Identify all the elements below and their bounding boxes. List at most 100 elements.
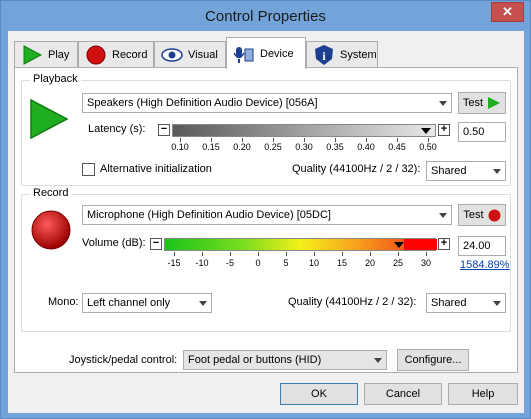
tab-system-label: System bbox=[340, 48, 377, 61]
info-icon: i bbox=[315, 44, 333, 65]
tab-record-label: Record bbox=[112, 48, 148, 61]
volume-input[interactable]: 24.00 bbox=[458, 236, 506, 256]
joystick-select[interactable]: Foot pedal or buttons (HID) bbox=[183, 350, 387, 370]
latency-tick-label: 0.25 bbox=[264, 142, 282, 152]
latency-tick-label: 0.35 bbox=[326, 142, 344, 152]
latency-tick-labels: 0.10 0.15 0.20 0.25 0.30 0.35 0.40 0.45 0.50 bbox=[171, 142, 437, 154]
playback-device-select[interactable]: Speakers (High Definition Audio Device) … bbox=[82, 93, 452, 113]
joystick-label: Joystick/pedal control: bbox=[69, 354, 178, 366]
play-icon bbox=[23, 44, 43, 65]
close-button[interactable]: ✕ bbox=[491, 2, 524, 22]
chevron-down-icon bbox=[439, 101, 447, 106]
alternative-initialization-checkbox[interactable] bbox=[82, 163, 95, 176]
chevron-down-icon bbox=[199, 301, 207, 306]
play-icon bbox=[488, 97, 501, 109]
volume-tick-label: -10 bbox=[195, 258, 209, 268]
record-group: Record Microphone (High Definition Audio… bbox=[21, 187, 511, 332]
playback-group: Playback Speakers (High Definition Audio… bbox=[21, 73, 511, 186]
volume-tick-label: 25 bbox=[392, 258, 404, 268]
record-icon bbox=[488, 209, 501, 221]
latency-tick-label: 0.15 bbox=[202, 142, 220, 152]
volume-tick-mark bbox=[286, 252, 287, 256]
latency-tick-label: 0.45 bbox=[388, 142, 406, 152]
volume-tick-label: 0 bbox=[255, 258, 261, 268]
record-icon bbox=[86, 45, 106, 64]
chevron-down-icon bbox=[439, 213, 447, 218]
volume-tick-label: 20 bbox=[364, 258, 376, 268]
record-device-select[interactable]: Microphone (High Definition Audio Device… bbox=[82, 205, 452, 225]
configure-button[interactable]: Configure... bbox=[397, 349, 469, 371]
title-bar[interactable]: Control Properties ✕ bbox=[1, 1, 530, 32]
tab-visual[interactable]: Visual bbox=[154, 41, 226, 67]
latency-slider-thumb[interactable] bbox=[421, 128, 432, 134]
volume-percent-link[interactable]: 1584.89% bbox=[460, 259, 510, 271]
dialog-client: Play Record Visual Device i System Playb… bbox=[8, 31, 524, 413]
volume-tick-label: -15 bbox=[167, 258, 181, 268]
record-icon bbox=[31, 210, 71, 250]
record-quality-select[interactable]: Shared bbox=[426, 293, 506, 313]
tab-system[interactable]: i System bbox=[306, 41, 378, 67]
volume-decrease-button[interactable]: − bbox=[150, 238, 162, 250]
tab-device-label: Device bbox=[260, 47, 294, 60]
volume-tick-mark bbox=[202, 252, 203, 256]
ok-button[interactable]: OK bbox=[280, 383, 358, 405]
latency-tick-label: 0.10 bbox=[171, 142, 189, 152]
device-tab-panel: Playback Speakers (High Definition Audio… bbox=[14, 67, 518, 373]
latency-tick-label: 0.40 bbox=[357, 142, 375, 152]
volume-slider-thumb[interactable] bbox=[393, 242, 404, 248]
volume-tick-marks bbox=[164, 252, 436, 256]
volume-slider[interactable] bbox=[164, 238, 437, 251]
chevron-down-icon bbox=[493, 301, 501, 306]
chevron-down-icon bbox=[493, 169, 501, 174]
volume-tick-label: -5 bbox=[225, 258, 235, 268]
volume-tick-mark bbox=[258, 252, 259, 256]
window-title: Control Properties bbox=[205, 8, 326, 25]
playback-quality-select[interactable]: Shared bbox=[426, 161, 506, 181]
tab-device[interactable]: Device bbox=[226, 37, 306, 69]
tab-play-label: Play bbox=[48, 48, 70, 61]
volume-tick-mark bbox=[342, 252, 343, 256]
volume-overflow-bar bbox=[403, 239, 437, 250]
alternative-initialization-label: Alternative initialization bbox=[100, 163, 212, 175]
volume-tick-mark bbox=[230, 252, 231, 256]
playback-test-label: Test bbox=[462, 97, 484, 109]
record-test-label: Test bbox=[463, 209, 484, 221]
tab-visual-label: Visual bbox=[188, 48, 218, 61]
playback-quality-value: Shared bbox=[431, 165, 467, 177]
latency-tick-label: 0.30 bbox=[295, 142, 313, 152]
playback-test-button[interactable]: Test bbox=[458, 92, 506, 114]
volume-tick-mark bbox=[370, 252, 371, 256]
help-button[interactable]: Help bbox=[448, 383, 518, 405]
latency-label: Latency (s): bbox=[88, 123, 146, 135]
mono-value: Left channel only bbox=[87, 297, 171, 309]
volume-increase-button[interactable]: + bbox=[438, 238, 450, 250]
cancel-button[interactable]: Cancel bbox=[364, 383, 442, 405]
record-test-button[interactable]: Test bbox=[458, 204, 506, 226]
volume-label: Volume (dB): bbox=[82, 237, 146, 249]
eye-icon bbox=[161, 47, 183, 62]
control-properties-window: Control Properties ✕ Play Record Visual … bbox=[0, 0, 531, 419]
volume-tick-label: 5 bbox=[283, 258, 289, 268]
volume-tick-label: 30 bbox=[420, 258, 432, 268]
volume-tick-label: 10 bbox=[308, 258, 320, 268]
latency-slider[interactable] bbox=[172, 124, 436, 137]
record-device-value: Microphone (High Definition Audio Device… bbox=[87, 209, 331, 221]
tab-play[interactable]: Play bbox=[14, 41, 78, 67]
record-quality-value: Shared bbox=[431, 297, 467, 309]
playback-quality-label: Quality (44100Hz / 2 / 32): bbox=[292, 163, 421, 175]
tab-record[interactable]: Record bbox=[78, 41, 154, 67]
latency-increase-button[interactable]: + bbox=[438, 124, 450, 136]
volume-tick-mark bbox=[398, 252, 399, 256]
mono-select[interactable]: Left channel only bbox=[82, 293, 212, 313]
dialog-button-bar: OK Cancel Help bbox=[8, 373, 524, 413]
joystick-value: Foot pedal or buttons (HID) bbox=[188, 354, 322, 366]
mono-label: Mono: bbox=[48, 296, 79, 308]
latency-tick-label: 0.20 bbox=[233, 142, 251, 152]
volume-tick-mark bbox=[314, 252, 315, 256]
latency-input[interactable]: 0.50 bbox=[458, 122, 506, 142]
volume-tick-mark bbox=[426, 252, 427, 256]
playback-group-title: Playback bbox=[30, 73, 81, 85]
volume-tick-labels: -15 -10 -5 0 5 10 15 20 25 30 bbox=[164, 258, 436, 270]
latency-decrease-button[interactable]: − bbox=[158, 124, 170, 136]
chevron-down-icon bbox=[374, 358, 382, 363]
